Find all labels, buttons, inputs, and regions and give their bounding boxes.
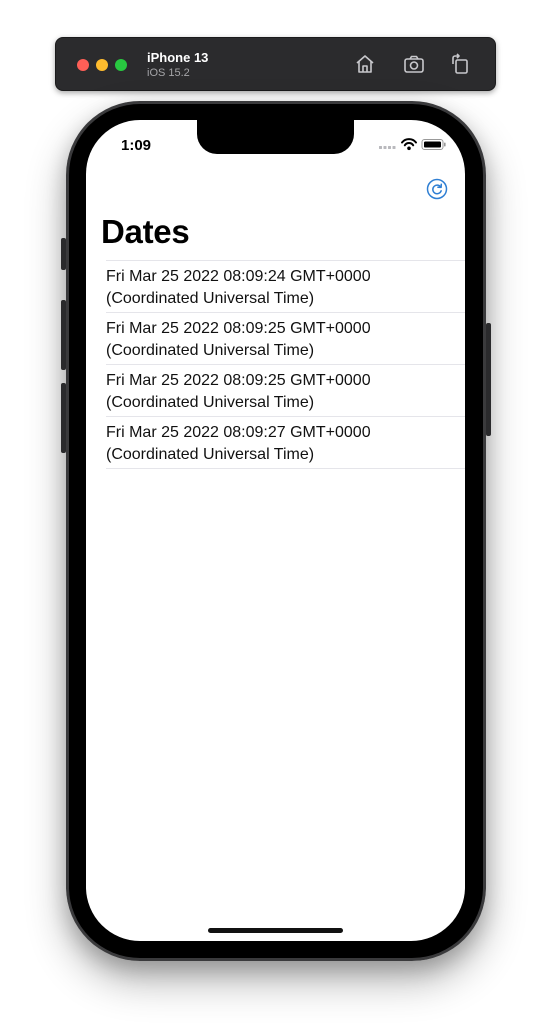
- zoom-window-button[interactable]: [115, 59, 127, 71]
- date-line: Fri Mar 25 2022 08:09:25 GMT+0000: [106, 372, 371, 389]
- device-screen: 1:09 Dates Fri Mar 25 2022 08:09:24 GMT+…: [86, 120, 465, 941]
- status-time: 1:09: [121, 137, 152, 154]
- volume-down-button: [61, 383, 66, 453]
- close-window-button[interactable]: [77, 59, 89, 71]
- list-item[interactable]: Fri Mar 25 2022 08:09:25 GMT+0000 (Coord…: [106, 313, 465, 365]
- timezone-line: (Coordinated Universal Time): [106, 394, 315, 411]
- list-item[interactable]: Fri Mar 25 2022 08:09:24 GMT+0000 (Coord…: [106, 261, 465, 313]
- list-item[interactable]: Fri Mar 25 2022 08:09:25 GMT+0000 (Coord…: [106, 365, 465, 417]
- screenshot-icon[interactable]: [402, 52, 426, 76]
- refresh-button[interactable]: [426, 178, 448, 200]
- volume-up-button: [61, 300, 66, 370]
- rotate-icon[interactable]: [448, 52, 472, 76]
- wifi-icon: [401, 138, 417, 147]
- home-icon[interactable]: [353, 52, 377, 76]
- date-line: Fri Mar 25 2022 08:09:25 GMT+0000: [106, 320, 371, 337]
- timezone-line: (Coordinated Universal Time): [106, 342, 315, 359]
- date-line: Fri Mar 25 2022 08:09:27 GMT+0000: [106, 424, 371, 441]
- power-button: [486, 323, 491, 436]
- timezone-line: (Coordinated Universal Time): [106, 290, 315, 307]
- dates-list: Fri Mar 25 2022 08:09:24 GMT+0000 (Coord…: [106, 260, 465, 469]
- device-os-version: iOS 15.2: [147, 67, 190, 79]
- timezone-line: (Coordinated Universal Time): [106, 446, 315, 463]
- battery-icon: [421, 139, 446, 150]
- page-title: Dates: [101, 213, 190, 250]
- simulator-toolbar: iPhone 13 iOS 15.2: [55, 37, 496, 91]
- device-name: iPhone 13: [147, 50, 209, 65]
- minimize-window-button[interactable]: [96, 59, 108, 71]
- date-line: Fri Mar 25 2022 08:09:24 GMT+0000: [106, 268, 371, 285]
- cellular-icon: [379, 146, 396, 149]
- refresh-icon: [426, 178, 448, 200]
- home-indicator[interactable]: [208, 928, 343, 933]
- status-icons: [379, 136, 449, 152]
- list-item[interactable]: Fri Mar 25 2022 08:09:27 GMT+0000 (Coord…: [106, 417, 465, 469]
- notch: [197, 120, 354, 154]
- mute-switch: [61, 238, 66, 270]
- simulator-window: iPhone 13 iOS 15.2 1:09 Dates Fri Mar 25…: [0, 0, 551, 1036]
